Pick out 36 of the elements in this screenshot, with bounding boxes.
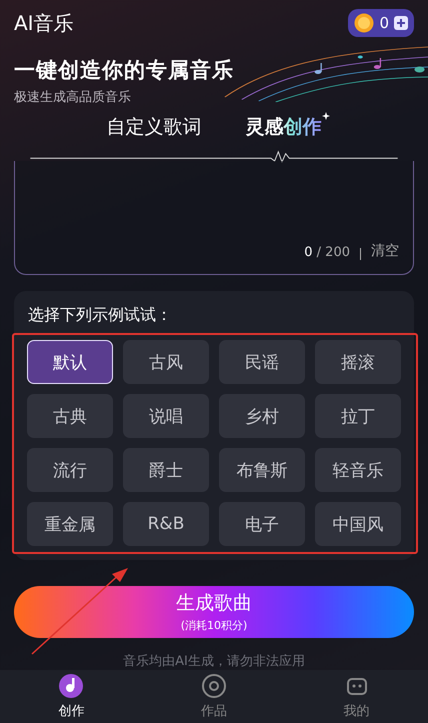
style-chip[interactable]: 摇滚 [315,340,401,384]
char-counter: 0 / 200 [304,245,350,260]
lyrics-input[interactable]: 0 / 200 清空 [14,160,414,276]
style-chip[interactable]: 中国风 [315,502,401,546]
music-disc-icon [58,672,84,699]
nav-item[interactable]: 我的 [316,672,397,721]
disclaimer: 音乐均由AI生成，请勿非法应用 [122,652,306,670]
style-chip[interactable]: 古典 [27,394,113,438]
coin-count: 0 [379,14,389,32]
style-chip[interactable]: 爵士 [123,448,209,492]
style-chip[interactable]: 说唱 [123,394,209,438]
style-chip[interactable]: R&B [123,502,209,546]
headline: 一键创造你的专属音乐 [14,57,235,84]
style-chip[interactable]: 古风 [123,340,209,384]
plus-icon[interactable] [394,16,408,30]
style-chip[interactable]: 轻音乐 [315,448,401,492]
generate-button[interactable]: 生成歌曲 (消耗10积分) [14,586,414,638]
style-chip[interactable]: 民谣 [219,340,305,384]
subtitle: 极速生成高品质音乐 [14,89,132,106]
disc-icon [200,672,227,699]
style-chip[interactable]: 乡村 [219,394,305,438]
coin-balance[interactable]: 0 [348,9,414,37]
nav-item[interactable]: 创作 [31,672,112,721]
style-chip[interactable]: 电子 [219,502,305,546]
style-chip[interactable]: 重金属 [27,502,113,546]
style-chip[interactable]: 流行 [27,448,113,492]
clear-button[interactable]: 清空 [371,242,399,260]
style-chip[interactable]: 布鲁斯 [219,448,305,492]
mode-tab[interactable]: 自定义歌词 [106,114,202,140]
sparkle-icon [322,112,330,120]
coin-icon [354,13,374,33]
examples-title: 选择下列示例试试： [27,305,173,326]
style-chip[interactable]: 拉丁 [315,394,401,438]
style-chip[interactable]: 默认 [27,340,113,384]
nav-item[interactable]: 作品 [174,672,254,721]
app-title: AI音乐 [14,10,74,36]
